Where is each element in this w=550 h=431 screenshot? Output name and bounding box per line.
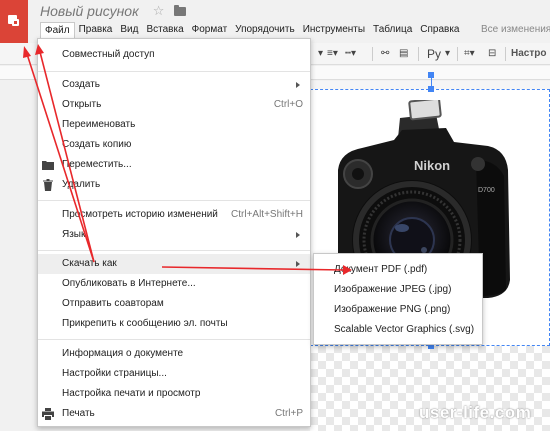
- line-weight-icon[interactable]: ≡▾: [327, 46, 338, 62]
- menu-item-label: Настройки страницы...: [62, 368, 167, 379]
- menu-item-print[interactable]: Печать Ctrl+P: [38, 404, 310, 424]
- download-svg[interactable]: Scalable Vector Graphics (.svg): [314, 320, 482, 340]
- save-status: Все изменения: [481, 24, 550, 35]
- menu-item-delete[interactable]: Удалить: [38, 175, 310, 195]
- menu-item-label: Отправить соавторам: [62, 298, 164, 309]
- menu-format[interactable]: Формат: [188, 22, 232, 38]
- menu-item-download-as[interactable]: Скачать как: [38, 254, 310, 274]
- menu-item-label: Переместить...: [62, 159, 132, 170]
- chevron-down-icon[interactable]: ▾: [445, 46, 450, 62]
- menu-item-shortcut: Ctrl+O: [273, 99, 303, 110]
- menu-item-share[interactable]: Совместный доступ: [38, 45, 310, 65]
- folder-icon: [42, 161, 54, 170]
- download-png[interactable]: Изображение PNG (.png): [314, 300, 482, 320]
- menu-item-label: Создать: [62, 79, 101, 90]
- rotate-handle[interactable]: [428, 72, 434, 78]
- toolbar-divider: [418, 47, 419, 61]
- crop-icon[interactable]: ⌗▾: [464, 46, 475, 62]
- menu-item-move[interactable]: Переместить...: [38, 155, 310, 175]
- comment-icon[interactable]: ▤: [399, 46, 408, 62]
- camera-model: D700: [478, 187, 495, 194]
- menu-insert[interactable]: Вставка: [142, 22, 187, 38]
- menu-item-language[interactable]: Язык: [38, 225, 310, 245]
- reset-image-icon[interactable]: ⊟: [488, 46, 496, 62]
- submenu-item-label: Документ PDF (.pdf): [334, 264, 428, 275]
- menu-item-page-setup[interactable]: Настройки страницы...: [38, 364, 310, 384]
- menu-item-label: Скачать как: [62, 258, 117, 269]
- menu-divider: [38, 71, 310, 72]
- menu-item-open[interactable]: Открыть Ctrl+O: [38, 95, 310, 115]
- menu-item-copy[interactable]: Создать копию: [38, 135, 310, 155]
- menu-item-label: Удалить: [62, 179, 101, 190]
- star-icon[interactable]: ☆: [153, 3, 165, 19]
- document-title[interactable]: Новый рисунок: [40, 3, 139, 19]
- camera-brand: Nikon: [414, 158, 450, 173]
- submenu-arrow-icon: [296, 82, 300, 88]
- menu-item-label: Опубликовать в Интернете...: [62, 278, 196, 289]
- menu-item-label: Язык: [62, 229, 86, 240]
- toolbar-divider: [457, 47, 458, 61]
- menu-divider: [38, 250, 310, 251]
- menu-table[interactable]: Таблица: [369, 22, 416, 38]
- menu-item-label: Прикрепить к сообщению эл. почты: [62, 318, 228, 329]
- download-pdf[interactable]: Документ PDF (.pdf): [314, 260, 482, 280]
- toolbar-divider: [372, 47, 373, 61]
- download-as-submenu: Документ PDF (.pdf) Изображение JPEG (.j…: [313, 253, 483, 345]
- menu-tools[interactable]: Инструменты: [299, 22, 369, 38]
- menu-arrange[interactable]: Упорядочить: [231, 22, 299, 38]
- menu-item-doc-info[interactable]: Информация о документе: [38, 344, 310, 364]
- menu-item-new[interactable]: Создать: [38, 75, 310, 95]
- menu-item-label: Переименовать: [62, 119, 136, 130]
- printer-icon: [42, 408, 54, 420]
- menu-item-label: Информация о документе: [62, 348, 184, 359]
- menu-item-rename[interactable]: Переименовать: [38, 115, 310, 135]
- menu-item-print-settings[interactable]: Настройка печати и просмотр: [38, 384, 310, 404]
- menu-file[interactable]: Файл: [40, 21, 75, 39]
- menu-item-label: Печать: [62, 408, 95, 419]
- submenu-arrow-icon: [296, 232, 300, 238]
- submenu-arrow-icon: [296, 261, 300, 267]
- menu-item-label: Просмотреть историю изменений: [62, 209, 218, 220]
- image-options-button[interactable]: Настро: [511, 46, 546, 62]
- folder-icon[interactable]: [174, 4, 187, 16]
- line-style-icon[interactable]: ┅▾: [345, 46, 356, 62]
- link-icon[interactable]: ⚯: [381, 46, 389, 62]
- submenu-item-label: Изображение JPEG (.jpg): [334, 284, 452, 295]
- toolbar-divider: [505, 47, 506, 61]
- font-menu[interactable]: Ру: [427, 46, 441, 62]
- download-jpeg[interactable]: Изображение JPEG (.jpg): [314, 280, 482, 300]
- menubar: Файл Правка Вид Вставка Формат Упорядочи…: [40, 21, 464, 39]
- drawings-logo[interactable]: [0, 0, 28, 44]
- menu-item-label: Совместный доступ: [62, 49, 155, 60]
- menu-item-shortcut: Ctrl+Alt+Shift+H: [231, 209, 303, 220]
- menu-item-label: Открыть: [62, 99, 102, 110]
- watermark: user-life.com: [419, 403, 532, 422]
- menu-edit[interactable]: Правка: [75, 22, 117, 38]
- menu-help[interactable]: Справка: [416, 22, 463, 38]
- menu-item-email-attach[interactable]: Прикрепить к сообщению эл. почты: [38, 314, 310, 334]
- menu-divider: [38, 339, 310, 340]
- trash-icon: [43, 179, 53, 191]
- line-dash-icon[interactable]: ▾: [318, 46, 323, 62]
- menu-divider: [38, 200, 310, 201]
- menu-item-shortcut: Ctrl+P: [274, 408, 303, 419]
- submenu-item-label: Изображение PNG (.png): [334, 304, 451, 315]
- menu-item-publish[interactable]: Опубликовать в Интернете...: [38, 274, 310, 294]
- resize-handle-top[interactable]: [428, 86, 434, 92]
- logo-shape: [12, 19, 19, 26]
- menu-item-label: Создать копию: [62, 139, 132, 150]
- menu-item-history[interactable]: Просмотреть историю изменений Ctrl+Alt+S…: [38, 205, 310, 225]
- submenu-item-label: Scalable Vector Graphics (.svg): [334, 324, 475, 335]
- menu-item-email-collaborators[interactable]: Отправить соавторам: [38, 294, 310, 314]
- file-menu: Совместный доступ Создать Открыть Ctrl+O…: [37, 38, 311, 427]
- menu-item-label: Настройка печати и просмотр: [62, 388, 201, 399]
- title-row: Новый рисунок ☆: [40, 2, 187, 20]
- menu-view[interactable]: Вид: [116, 22, 142, 38]
